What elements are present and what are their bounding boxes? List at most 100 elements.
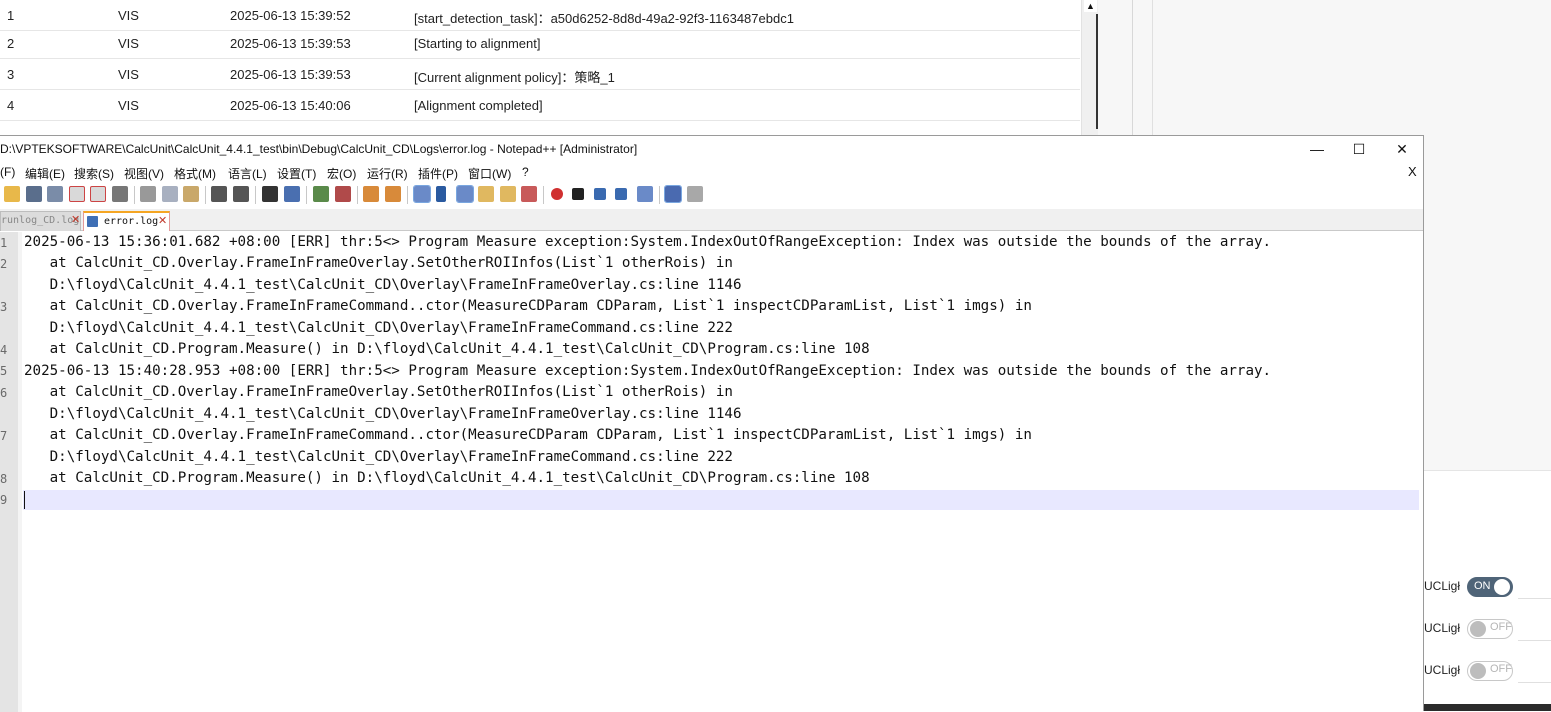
function-list-icon[interactable] [521, 186, 537, 202]
sync-vertical-icon[interactable] [363, 186, 379, 202]
toggle-knob [1470, 621, 1486, 637]
table-scrollbar[interactable]: ▲ [1081, 0, 1099, 135]
document-map-icon[interactable] [500, 186, 516, 202]
tab-error-log[interactable]: error.log ✕ [83, 211, 170, 231]
close-all-icon[interactable] [90, 186, 106, 202]
toggle-state: ON [1474, 580, 1491, 592]
row-time: 2025-06-13 15:39:53 [230, 67, 351, 82]
close-document-button[interactable]: X [1408, 164, 1417, 179]
row-message: [Alignment completed] [414, 98, 543, 113]
word-wrap-icon[interactable] [413, 185, 431, 203]
tab-close-icon[interactable]: ✕ [71, 213, 80, 226]
close-window-button[interactable]: ✕ [1380, 136, 1424, 162]
menu-file[interactable]: (F) [0, 165, 15, 179]
divider [1518, 598, 1551, 599]
table-row[interactable]: 3 VIS 2025-06-13 15:39:53 [Current align… [0, 59, 1080, 90]
menu-search[interactable]: 搜索(S) [74, 165, 114, 182]
code-line-wrapped[interactable]: D:\floyd\CalcUnit_4.4.1_test\CalcUnit_CD… [24, 406, 742, 422]
line-number: 6 [0, 386, 8, 400]
row-id: 1 [7, 8, 15, 23]
paste-icon[interactable] [183, 186, 199, 202]
text-editor[interactable]: 1 2025-06-13 15:36:01.682 +08:00 [ERR] t… [0, 232, 1423, 712]
code-line[interactable]: 2025-06-13 15:40:28.953 +08:00 [ERR] thr… [24, 363, 1271, 379]
maximize-button[interactable]: ☐ [1337, 136, 1381, 162]
code-line[interactable]: at CalcUnit_CD.Overlay.FrameInFrameOverl… [24, 255, 733, 271]
close-icon[interactable] [69, 186, 85, 202]
toggle-switch-on[interactable]: ON [1467, 577, 1513, 597]
record-macro-icon[interactable] [551, 188, 563, 200]
toggle-label: UCLigł [1424, 621, 1461, 635]
toggle-switch-off[interactable]: OFF [1467, 619, 1513, 639]
tab-runlog[interactable]: runlog_CD.log ✕ [0, 211, 81, 231]
menu-format[interactable]: 格式(M) [174, 165, 216, 182]
run-macro-multiple-icon[interactable] [615, 188, 627, 200]
code-line-wrapped[interactable]: D:\floyd\CalcUnit_4.4.1_test\CalcUnit_CD… [24, 320, 733, 336]
menu-help[interactable]: ? [522, 165, 529, 179]
code-line[interactable]: at CalcUnit_CD.Program.Measure() in D:\f… [24, 470, 870, 486]
save-macro-icon[interactable] [637, 186, 653, 202]
menu-window[interactable]: 窗口(W) [468, 165, 511, 182]
play-macro-icon[interactable] [594, 188, 606, 200]
save-icon[interactable] [26, 186, 42, 202]
minimize-button[interactable]: — [1295, 136, 1339, 162]
table-row[interactable]: 2 VIS 2025-06-13 15:39:53 [Starting to a… [0, 28, 1080, 59]
menu-edit[interactable]: 编辑(E) [25, 165, 65, 182]
tab-label: error.log [104, 216, 159, 227]
folder-as-workspace-icon[interactable] [478, 186, 494, 202]
new-file-icon[interactable] [4, 186, 20, 202]
toolbar [0, 183, 1423, 207]
print-icon[interactable] [112, 186, 128, 202]
line-number: 5 [0, 364, 8, 378]
file-saved-icon [87, 216, 98, 227]
code-line[interactable]: at CalcUnit_CD.Overlay.FrameInFrameOverl… [24, 384, 733, 400]
find-icon[interactable] [262, 186, 278, 202]
cut-icon[interactable] [140, 186, 156, 202]
code-line-wrapped[interactable]: D:\floyd\CalcUnit_4.4.1_test\CalcUnit_CD… [24, 277, 742, 293]
spell-check-icon[interactable] [664, 185, 682, 203]
menu-language[interactable]: 语言(L) [228, 165, 267, 182]
fold-margin [18, 232, 22, 712]
code-line[interactable]: at CalcUnit_CD.Overlay.FrameInFrameComma… [24, 427, 1032, 443]
toggle-knob [1494, 579, 1510, 595]
table-row[interactable]: 1 VIS 2025-06-13 15:39:52 [start_detecti… [0, 0, 1080, 31]
show-all-characters-icon[interactable] [436, 186, 446, 202]
save-all-icon[interactable] [47, 186, 63, 202]
toolbar-separator [407, 186, 408, 204]
zoom-in-icon[interactable] [313, 186, 329, 202]
menu-run[interactable]: 运行(R) [367, 165, 408, 182]
menu-bar: (F) 编辑(E) 搜索(S) 视图(V) 格式(M) 语言(L) 设置(T) … [0, 163, 1423, 183]
sync-horizontal-icon[interactable] [385, 186, 401, 202]
indent-guide-icon[interactable] [456, 185, 474, 203]
tab-close-icon[interactable]: ✕ [158, 214, 167, 227]
toggle-switch-off[interactable]: OFF [1467, 661, 1513, 681]
menu-macro[interactable]: 宏(O) [327, 165, 356, 182]
row-source: VIS [118, 36, 139, 51]
row-id: 2 [7, 36, 15, 51]
menu-view[interactable]: 视图(V) [124, 165, 164, 182]
plugin-icon[interactable] [687, 186, 703, 202]
row-source: VIS [118, 98, 139, 113]
table-row-partial[interactable] [0, 121, 1080, 135]
title-bar[interactable]: D:\VPTEKSOFTWARE\CalcUnit\CalcUnit_4.4.1… [0, 136, 1423, 163]
replace-icon[interactable] [284, 186, 300, 202]
code-line[interactable]: 2025-06-13 15:36:01.682 +08:00 [ERR] thr… [24, 234, 1271, 250]
menu-settings[interactable]: 设置(T) [277, 165, 316, 182]
toolbar-separator [659, 186, 660, 204]
toolbar-separator [306, 186, 307, 204]
tab-label: runlog_CD.log [1, 215, 80, 226]
zoom-out-icon[interactable] [335, 186, 351, 202]
copy-icon[interactable] [162, 186, 178, 202]
line-number: 1 [0, 236, 8, 250]
line-number: 4 [0, 343, 8, 357]
redo-icon[interactable] [233, 186, 249, 202]
code-line-wrapped[interactable]: D:\floyd\CalcUnit_4.4.1_test\CalcUnit_CD… [24, 449, 733, 465]
undo-icon[interactable] [211, 186, 227, 202]
code-line[interactable]: at CalcUnit_CD.Program.Measure() in D:\f… [24, 341, 870, 357]
code-line[interactable]: at CalcUnit_CD.Overlay.FrameInFrameComma… [24, 298, 1032, 314]
scroll-up-arrow-icon[interactable]: ▲ [1084, 0, 1097, 12]
line-number: 9 [0, 493, 8, 507]
stop-macro-icon[interactable] [572, 188, 584, 200]
line-number: 2 [0, 257, 8, 271]
menu-plugins[interactable]: 插件(P) [418, 165, 458, 182]
table-row[interactable]: 4 VIS 2025-06-13 15:40:06 [Alignment com… [0, 90, 1080, 121]
